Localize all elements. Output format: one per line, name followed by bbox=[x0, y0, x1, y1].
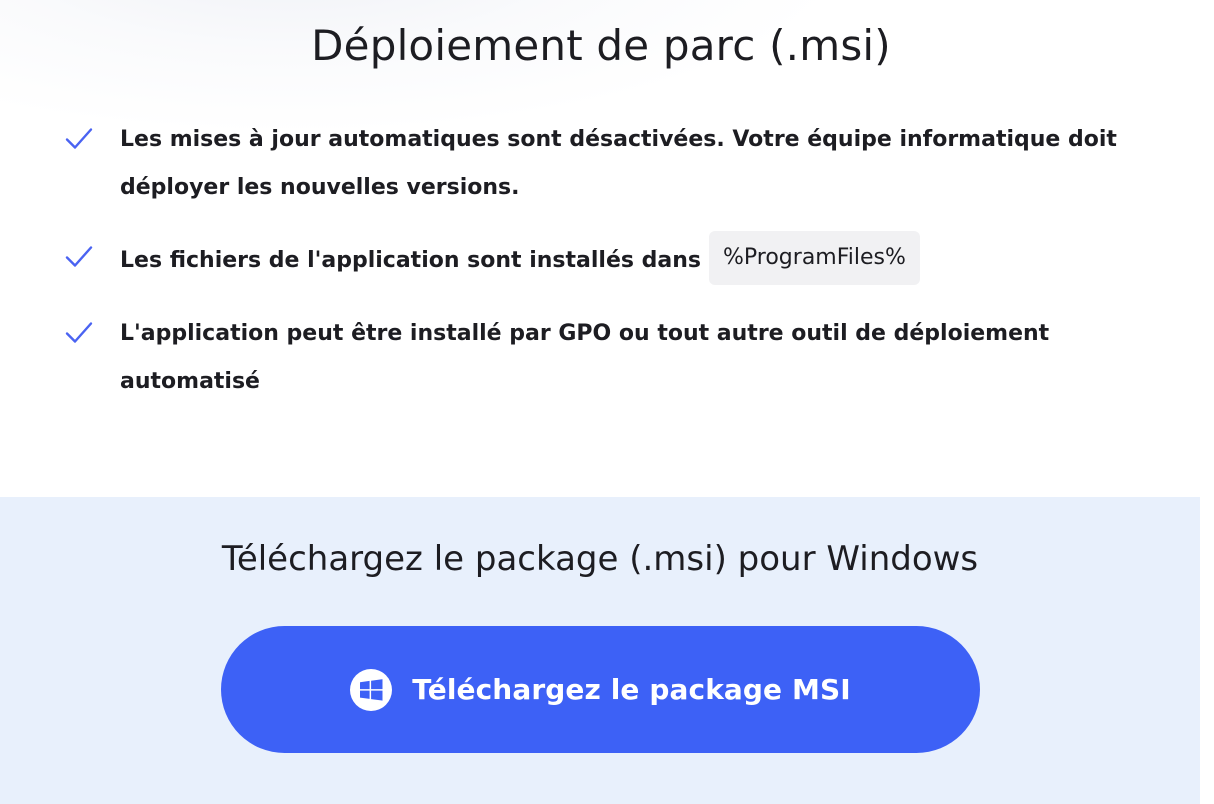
page-title: Déploiement de parc (.msi) bbox=[311, 21, 891, 70]
feature-text: Les fichiers de l'application sont insta… bbox=[120, 248, 701, 273]
feature-item-install-location: Les fichiers de l'application sont insta… bbox=[62, 231, 1162, 288]
check-icon bbox=[65, 128, 93, 149]
program-files-code: %ProgramFiles% bbox=[709, 231, 920, 285]
download-msi-button[interactable]: Téléchargez le package MSI bbox=[221, 626, 980, 753]
feature-item-gpo-deployment: L'application peut être installé par GPO… bbox=[62, 310, 1162, 406]
download-panel: Téléchargez le package (.msi) pour Windo… bbox=[0, 497, 1200, 804]
windows-logo-icon bbox=[350, 668, 393, 711]
download-button-label: Téléchargez le package MSI bbox=[412, 673, 851, 706]
check-icon bbox=[65, 322, 93, 343]
feature-list: Les mises à jour automatiques sont désac… bbox=[62, 116, 1162, 428]
feature-text: L'application peut être installé par GPO… bbox=[120, 321, 1050, 394]
page: Déploiement de parc (.msi) Les mises à j… bbox=[0, 0, 1214, 804]
feature-text: Les mises à jour automatiques sont désac… bbox=[120, 127, 1117, 200]
check-icon bbox=[65, 246, 93, 267]
download-title: Téléchargez le package (.msi) pour Windo… bbox=[221, 539, 979, 579]
feature-item-auto-updates: Les mises à jour automatiques sont désac… bbox=[62, 116, 1162, 212]
